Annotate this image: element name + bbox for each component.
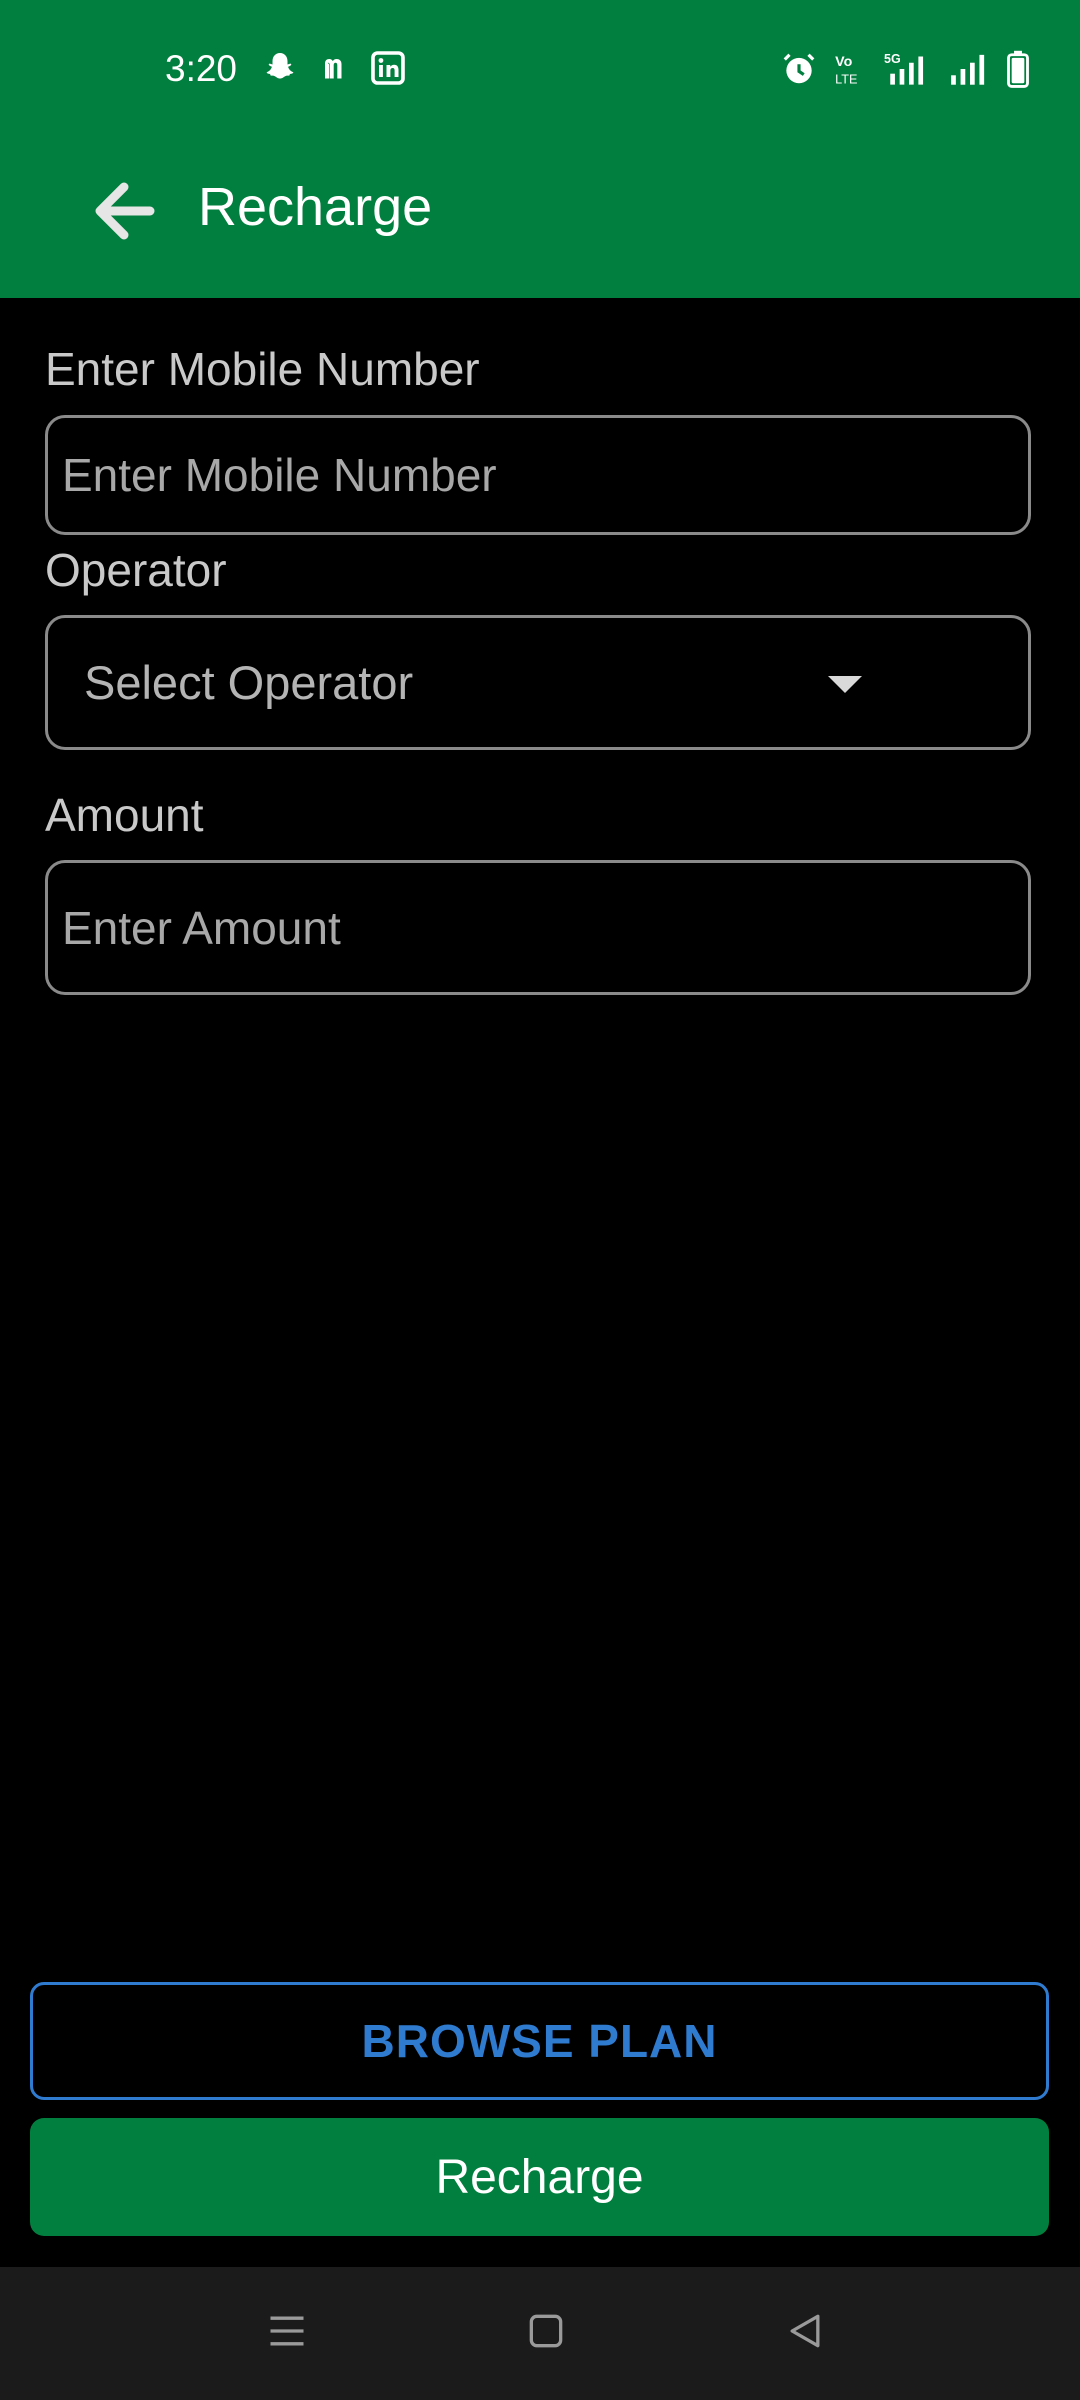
status-time: 3:20 xyxy=(165,48,238,89)
nav-back-button[interactable] xyxy=(775,2303,835,2363)
svg-text:Vo: Vo xyxy=(835,54,852,70)
alarm-icon xyxy=(780,50,818,93)
nav-home-button[interactable] xyxy=(516,2303,576,2363)
amount-input[interactable] xyxy=(60,863,1020,992)
nav-menu-button[interactable] xyxy=(257,2303,317,2363)
amount-label: Amount xyxy=(45,789,204,841)
back-icon xyxy=(783,2309,827,2358)
linkedin-icon xyxy=(370,50,406,91)
battery-icon xyxy=(1006,50,1030,93)
system-nav-bar xyxy=(0,2267,1080,2400)
volte-icon: Vo LTE xyxy=(832,50,870,93)
chevron-down-icon xyxy=(828,676,862,693)
mobile-number-input[interactable] xyxy=(60,418,1020,532)
mobile-number-field[interactable] xyxy=(45,415,1031,535)
signal-icon xyxy=(948,50,992,93)
operator-label: Operator xyxy=(45,544,227,596)
status-bar: 3:20 Vo LTE 5G xyxy=(0,0,1080,140)
arrow-left-icon xyxy=(92,181,156,246)
mobile-number-label: Enter Mobile Number xyxy=(45,343,480,395)
medium-icon xyxy=(316,50,352,91)
recharge-button[interactable]: Recharge xyxy=(30,2118,1049,2236)
back-button[interactable] xyxy=(84,173,164,253)
5g-signal-icon: 5G xyxy=(884,50,934,93)
browse-plan-button[interactable]: BROWSE PLAN xyxy=(30,1982,1049,2100)
operator-selected-value: Select Operator xyxy=(84,656,414,709)
amount-field[interactable] xyxy=(45,860,1031,995)
status-system-icons: Vo LTE 5G xyxy=(780,50,1030,93)
app-bar: Recharge xyxy=(0,140,1080,298)
status-notification-icons xyxy=(262,50,406,91)
snapchat-icon xyxy=(262,50,298,91)
page-title: Recharge xyxy=(198,177,433,237)
svg-text:5G: 5G xyxy=(884,52,901,66)
home-icon xyxy=(524,2309,568,2358)
operator-dropdown[interactable]: Select Operator xyxy=(45,615,1031,750)
menu-icon xyxy=(265,2309,309,2358)
svg-text:LTE: LTE xyxy=(835,72,857,86)
